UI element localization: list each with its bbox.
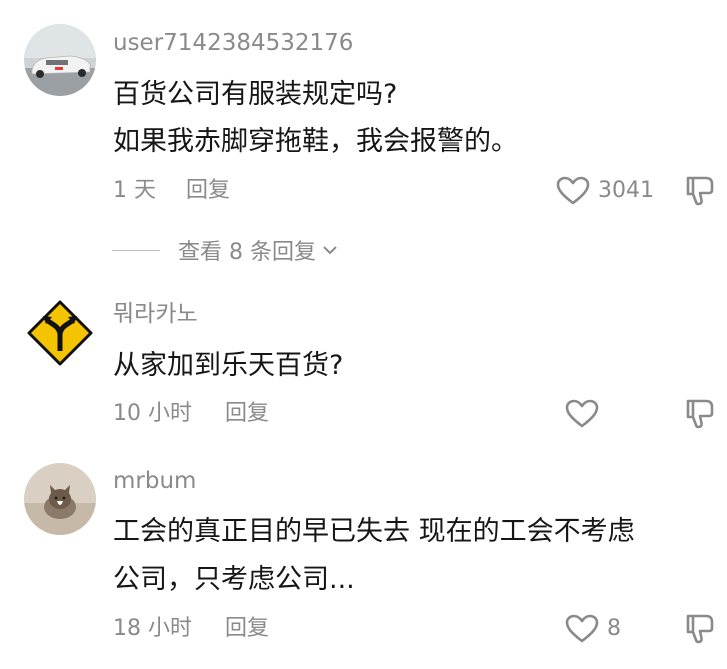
- thumbs-down-icon[interactable]: [684, 397, 718, 431]
- avatar[interactable]: [24, 24, 96, 96]
- comment-text: 工会的真正目的早已失去 现在的工会不考虑: [113, 516, 635, 547]
- comment-item: 뭐라카노 从家加到乐天百货? 10 小时 回复: [0, 290, 727, 440]
- heart-icon[interactable]: [565, 399, 599, 429]
- like-count: 8: [607, 616, 621, 641]
- comment-item: user7142384532176 百货公司有服装规定吗? 如果我赤脚穿拖鞋，我…: [0, 0, 727, 290]
- thumbs-down-icon[interactable]: [684, 612, 718, 646]
- username[interactable]: 뭐라카노: [113, 300, 198, 328]
- timestamp: 18 小时: [113, 616, 192, 641]
- username[interactable]: user7142384532176: [113, 29, 353, 57]
- reply-button[interactable]: 回复: [186, 177, 230, 205]
- timestamp: 1 天: [113, 178, 156, 203]
- comment-text: 百货公司有服装规定吗?: [113, 79, 398, 110]
- like-count: 3041: [598, 178, 654, 203]
- reply-button[interactable]: 回复: [225, 615, 269, 643]
- username[interactable]: mrbum: [113, 467, 196, 495]
- comment-text: 公司，只考虑公司...: [113, 564, 355, 595]
- comment-text: 如果我赤脚穿拖鞋，我会报警的。: [113, 126, 518, 157]
- thumbs-down-icon[interactable]: [684, 174, 718, 208]
- comment-text: 从家加到乐天百货?: [113, 350, 344, 381]
- view-replies-label: 查看 8 条回复: [178, 240, 316, 265]
- heart-icon[interactable]: [565, 614, 599, 644]
- chevron-down-icon: [322, 244, 338, 256]
- view-replies-button[interactable]: 查看 8 条回复: [112, 236, 338, 265]
- divider: [112, 249, 160, 251]
- heart-icon[interactable]: [556, 176, 590, 206]
- timestamp: 10 小时: [113, 401, 192, 426]
- avatar[interactable]: [24, 297, 96, 369]
- avatar[interactable]: [24, 463, 96, 535]
- car-avatar-image: [24, 24, 96, 96]
- cat-avatar-image: [24, 463, 96, 535]
- reply-button[interactable]: 回复: [225, 400, 269, 428]
- comment-item: mrbum 工会的真正目的早已失去 现在的工会不考虑 公司，只考虑公司... 1…: [0, 440, 727, 669]
- road-sign-avatar-image: [24, 297, 96, 369]
